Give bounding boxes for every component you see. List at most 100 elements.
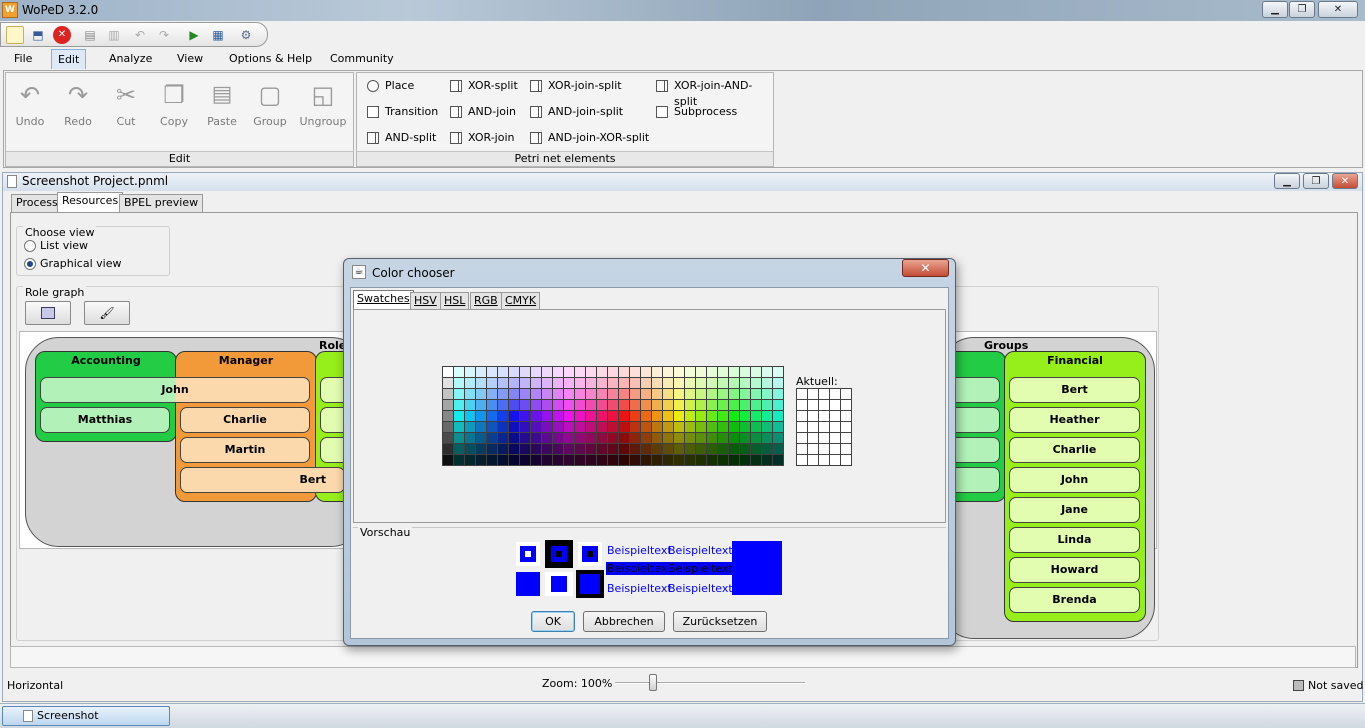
tab-hsv[interactable]: HSV: [410, 292, 441, 309]
color-swatch[interactable]: [630, 455, 640, 465]
color-swatch[interactable]: [608, 422, 618, 432]
color-swatch[interactable]: [586, 444, 596, 454]
recent-swatch[interactable]: [830, 433, 840, 443]
color-swatch[interactable]: [509, 444, 519, 454]
color-swatch[interactable]: [542, 389, 552, 399]
doc-minimize-button[interactable]: ▁: [1274, 173, 1300, 189]
color-swatch[interactable]: [498, 367, 508, 377]
color-swatch[interactable]: [597, 400, 607, 410]
group-tool[interactable]: ▢ Group: [248, 79, 292, 128]
color-swatch[interactable]: [553, 389, 563, 399]
member-john[interactable]: John: [40, 377, 310, 403]
color-swatch[interactable]: [476, 433, 486, 443]
recent-swatch[interactable]: [819, 389, 829, 399]
color-swatch[interactable]: [740, 400, 750, 410]
color-swatch[interactable]: [641, 422, 651, 432]
color-swatch[interactable]: [696, 367, 706, 377]
color-swatch[interactable]: [564, 422, 574, 432]
recent-swatch[interactable]: [797, 444, 807, 454]
doc-close-button[interactable]: ✕: [1332, 173, 1358, 189]
color-swatch[interactable]: [696, 444, 706, 454]
petri-and-join[interactable]: AND-join: [450, 104, 516, 120]
color-swatch[interactable]: [542, 367, 552, 377]
color-swatch[interactable]: [707, 433, 717, 443]
color-swatch[interactable]: [597, 411, 607, 421]
color-swatch[interactable]: [707, 378, 717, 388]
member-hidden[interactable]: [950, 377, 1000, 403]
color-swatch[interactable]: [454, 378, 464, 388]
color-swatch[interactable]: [751, 444, 761, 454]
color-swatch[interactable]: [740, 433, 750, 443]
color-swatch[interactable]: [718, 378, 728, 388]
recent-swatch[interactable]: [808, 455, 818, 465]
menu-community[interactable]: Community: [324, 49, 400, 69]
color-swatch[interactable]: [751, 389, 761, 399]
color-swatch[interactable]: [586, 400, 596, 410]
menu-edit[interactable]: Edit: [51, 49, 87, 69]
color-swatch[interactable]: [696, 378, 706, 388]
color-swatch[interactable]: [663, 411, 673, 421]
color-swatch[interactable]: [762, 455, 772, 465]
color-swatch[interactable]: [597, 378, 607, 388]
color-swatch[interactable]: [586, 367, 596, 377]
radio-list-view[interactable]: List view: [24, 239, 88, 253]
color-swatch[interactable]: [663, 400, 673, 410]
color-swatch[interactable]: [586, 422, 596, 432]
color-swatch[interactable]: [762, 444, 772, 454]
color-swatch[interactable]: [553, 411, 563, 421]
color-swatch[interactable]: [586, 411, 596, 421]
undo-tool[interactable]: ↶ Undo: [8, 79, 52, 128]
color-swatch[interactable]: [762, 400, 772, 410]
color-swatch[interactable]: [641, 433, 651, 443]
color-swatch[interactable]: [718, 444, 728, 454]
color-swatch[interactable]: [454, 422, 464, 432]
color-swatch[interactable]: [454, 411, 464, 421]
color-swatch[interactable]: [586, 389, 596, 399]
color-swatch[interactable]: [751, 411, 761, 421]
color-swatch[interactable]: [674, 367, 684, 377]
color-swatch[interactable]: [630, 411, 640, 421]
color-swatch[interactable]: [487, 389, 497, 399]
color-swatch[interactable]: [696, 422, 706, 432]
recent-swatch[interactable]: [841, 444, 851, 454]
color-swatch[interactable]: [751, 367, 761, 377]
member-howard[interactable]: Howard: [1009, 557, 1140, 583]
color-swatch[interactable]: [663, 378, 673, 388]
member-charlie[interactable]: Charlie: [180, 407, 310, 433]
color-swatch[interactable]: [630, 367, 640, 377]
recent-swatch[interactable]: [841, 455, 851, 465]
color-swatch[interactable]: [443, 444, 453, 454]
color-swatch[interactable]: [762, 378, 772, 388]
color-swatch[interactable]: [641, 389, 651, 399]
color-swatch[interactable]: [564, 400, 574, 410]
close-file-icon[interactable]: ✕: [53, 26, 71, 44]
color-swatch[interactable]: [465, 389, 475, 399]
color-swatch[interactable]: [619, 400, 629, 410]
color-swatch[interactable]: [597, 455, 607, 465]
color-swatch[interactable]: [696, 400, 706, 410]
color-swatch[interactable]: [520, 367, 530, 377]
color-swatch[interactable]: [476, 455, 486, 465]
color-swatch[interactable]: [718, 389, 728, 399]
color-swatch[interactable]: [575, 455, 585, 465]
color-swatch[interactable]: [696, 455, 706, 465]
recent-swatch[interactable]: [808, 411, 818, 421]
color-swatch[interactable]: [608, 378, 618, 388]
color-swatch[interactable]: [443, 400, 453, 410]
recent-swatch[interactable]: [830, 455, 840, 465]
recent-swatch[interactable]: [841, 400, 851, 410]
recent-swatch[interactable]: [830, 444, 840, 454]
member-hidden[interactable]: [950, 467, 1000, 493]
color-swatch[interactable]: [597, 444, 607, 454]
color-swatch[interactable]: [707, 455, 717, 465]
color-swatch[interactable]: [542, 433, 552, 443]
color-swatch[interactable]: [509, 378, 519, 388]
analyze-icon[interactable]: ▦: [209, 26, 227, 44]
color-swatch[interactable]: [685, 422, 695, 432]
recent-swatch[interactable]: [797, 455, 807, 465]
quick-undo-icon[interactable]: ↶: [131, 26, 149, 44]
color-swatch[interactable]: [740, 422, 750, 432]
color-swatch[interactable]: [509, 389, 519, 399]
color-swatch[interactable]: [553, 455, 563, 465]
copy-tool[interactable]: ❐ Copy: [152, 79, 196, 128]
